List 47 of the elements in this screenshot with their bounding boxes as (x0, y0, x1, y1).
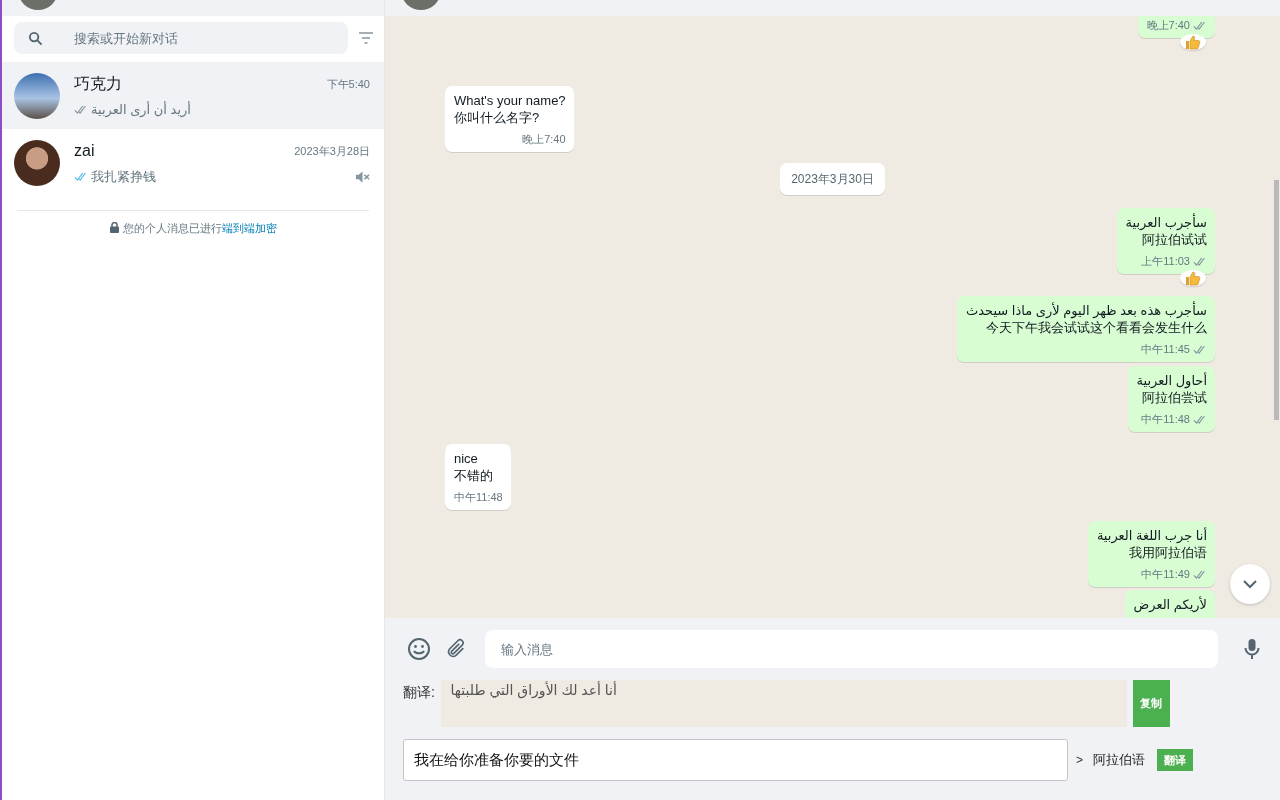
message-text: 不错的 (454, 467, 494, 484)
message-time: 中午11:48 (454, 490, 503, 505)
lock-icon (109, 222, 119, 233)
chevron-down-icon (1242, 579, 1258, 589)
thumbs-up-icon (1185, 270, 1201, 286)
message-text: أنا جرب اللغة العربية (1096, 527, 1207, 544)
message-text: 你叫什么名字? (454, 109, 541, 126)
scroll-down-button[interactable] (1230, 564, 1270, 604)
translation-input[interactable]: 我在给你准备你要的文件 (403, 739, 1068, 781)
translation-label: 翻译: (403, 683, 435, 702)
avatar (14, 139, 60, 186)
encryption-notice: 您的个人消息已进行端到端加密 (109, 222, 277, 234)
message-input[interactable]: 输入消息 (485, 630, 1218, 668)
message-preview: أريد أن أرى العربية (91, 100, 191, 120)
arrow-text: > (1076, 752, 1083, 769)
message-time: 中午11:45 (1141, 342, 1190, 357)
message-text: لأريكم العرض (1133, 596, 1207, 613)
emoji-icon[interactable] (407, 637, 431, 661)
message-time: 中午11:49 (1141, 567, 1190, 582)
message-text: سأجرب هذه بعد ظهر اليوم لأرى ماذا سيحدث (965, 302, 1207, 319)
microphone-icon[interactable] (1244, 638, 1260, 660)
message-preview: 我扎紧挣钱 (91, 167, 156, 186)
chat-time: 下午5:40 (326, 76, 370, 92)
search-field[interactable]: 搜索或开始新对话 (14, 22, 348, 54)
message-text: nice (454, 450, 479, 467)
message-text: 我用阿拉伯语 (1128, 544, 1207, 561)
message-time: 中午11:48 (1141, 412, 1190, 427)
avatar (14, 72, 60, 119)
message-text: 阿拉伯尝试 (1141, 389, 1207, 406)
message-text: أحاول العربية (1136, 372, 1207, 389)
contact-name: zai (74, 140, 95, 161)
message-time: 晚上7:40 (522, 132, 566, 147)
message-text: 今天下午我会试试这个看看会发生什么 (985, 319, 1207, 336)
paperclip-icon[interactable] (445, 638, 467, 660)
message-text: What's your name? (454, 92, 566, 109)
contact-name: 巧克力 (74, 73, 122, 94)
encryption-link[interactable]: 端到端加密 (221, 222, 277, 234)
language-selector[interactable]: 阿拉伯语 (1089, 750, 1149, 770)
message-text: 阿拉伯试试 (1141, 231, 1207, 248)
message-time: 晚上7:40 (1146, 18, 1190, 33)
chat-list-item[interactable]: zai 2023年3月28日 我扎紧挣钱 (2, 129, 384, 196)
thumbs-up-icon (1185, 34, 1201, 50)
message-text: سأجرب العربية (1125, 214, 1207, 231)
translation-output: أنا أعد لك الأوراق التي طلبتها (440, 680, 1127, 727)
scrollbar-thumb[interactable] (1274, 180, 1279, 420)
message-time: 上午11:03 (1141, 254, 1190, 269)
chat-time: 2023年3月28日 (294, 143, 370, 159)
